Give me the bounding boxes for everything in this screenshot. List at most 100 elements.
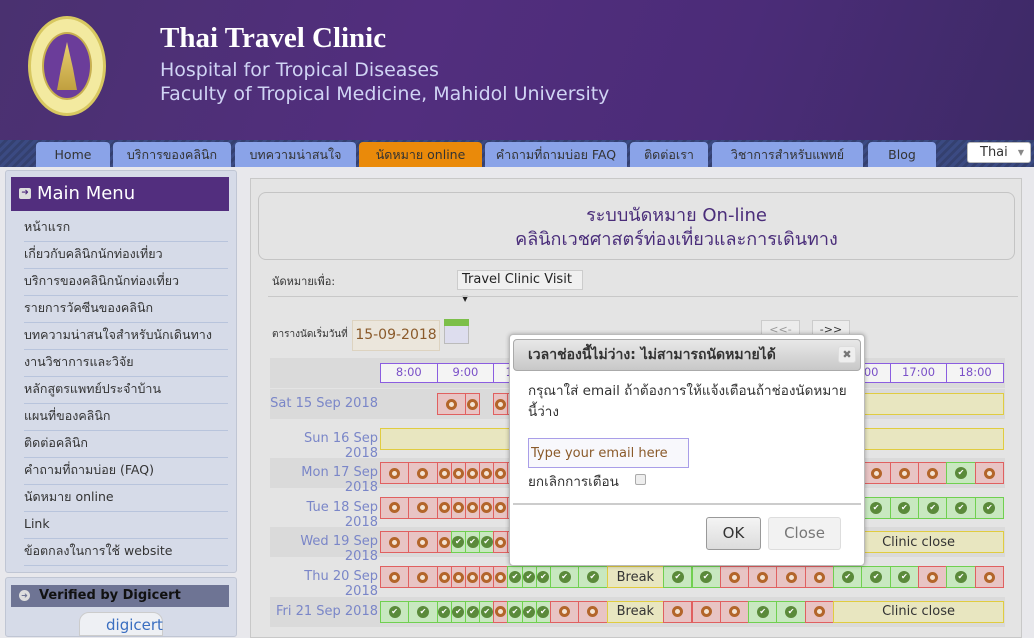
available-slot[interactable]: ✔ — [889, 566, 920, 588]
booked-slot[interactable] — [578, 600, 608, 623]
tab-academic[interactable]: วิชาการสำหรับแพทย์ — [712, 142, 863, 167]
sidebar-item[interactable]: หน้าแรก — [24, 215, 228, 242]
booked-slot[interactable] — [450, 566, 466, 588]
university-seal-logo[interactable] — [28, 16, 106, 116]
booked-slot[interactable] — [861, 462, 891, 485]
booked-slot[interactable] — [493, 566, 509, 588]
cancel-reminder-checkbox[interactable] — [635, 474, 646, 485]
language-select[interactable]: Thai ▼ — [967, 142, 1031, 163]
tab-articles[interactable]: บทความน่าสนใจ — [235, 142, 356, 167]
booked-slot[interactable] — [450, 496, 466, 519]
sidebar-item[interactable]: เกี่ยวกับคลินิกนักท่องเที่ยว — [24, 242, 228, 269]
tab-faq[interactable]: คำถามที่ถามบ่อย FAQ — [485, 142, 627, 167]
booked-slot[interactable] — [408, 531, 438, 554]
available-slot[interactable]: ✔ — [833, 566, 863, 588]
sidebar-item[interactable]: คำถามที่ถามบ่อย (FAQ) — [24, 458, 228, 485]
day-label[interactable]: Tue 18 Sep 2018 — [270, 500, 380, 530]
booked-slot[interactable] — [479, 462, 495, 485]
booked-slot[interactable] — [493, 600, 509, 623]
booked-slot[interactable] — [748, 566, 778, 588]
booked-slot[interactable] — [464, 393, 481, 415]
booked-slot[interactable] — [889, 462, 920, 485]
available-slot[interactable]: ✔ — [521, 600, 537, 623]
close-button[interactable]: Close — [768, 517, 841, 550]
available-slot[interactable]: ✔ — [663, 566, 693, 588]
ok-button[interactable]: OK — [706, 517, 761, 550]
booked-slot[interactable] — [408, 566, 438, 588]
sidebar-item[interactable]: นัดหมาย online — [24, 485, 228, 512]
day-label[interactable]: Wed 19 Sep 2018 — [270, 534, 380, 564]
booked-slot[interactable] — [436, 393, 466, 415]
available-slot[interactable]: ✔ — [578, 566, 608, 588]
booked-slot[interactable] — [436, 566, 452, 588]
calendar-icon[interactable] — [444, 319, 469, 344]
available-slot[interactable]: ✔ — [507, 566, 523, 588]
booked-slot[interactable] — [918, 566, 948, 588]
tab-services[interactable]: บริการของคลินิก — [113, 142, 231, 167]
available-slot[interactable]: ✔ — [507, 600, 523, 623]
tab-contact[interactable]: ติดต่อเรา — [630, 142, 708, 167]
booked-slot[interactable] — [380, 566, 410, 588]
day-label[interactable]: Mon 17 Sep 2018 — [270, 465, 380, 495]
sidebar-item[interactable]: Link — [24, 512, 228, 539]
day-label[interactable]: Sat 15 Sep 2018 — [270, 396, 380, 411]
email-input[interactable] — [528, 438, 689, 468]
booked-slot[interactable] — [804, 566, 835, 588]
tab-home[interactable]: Home — [36, 142, 110, 167]
available-slot[interactable]: ✔ — [974, 496, 1004, 519]
sidebar-item[interactable]: บริการของคลินิกนักท่องเที่ยว — [24, 269, 228, 296]
available-slot[interactable]: ✔ — [535, 600, 551, 623]
booked-slot[interactable] — [464, 462, 481, 485]
booked-slot[interactable] — [974, 462, 1004, 485]
booked-slot[interactable] — [436, 531, 452, 554]
available-slot[interactable]: ✔ — [889, 496, 920, 519]
booked-slot[interactable] — [493, 531, 509, 554]
booked-slot[interactable] — [719, 600, 750, 623]
booked-slot[interactable] — [479, 496, 495, 519]
purpose-select[interactable]: Travel Clinic Visit ▼ — [457, 270, 583, 303]
booked-slot[interactable] — [493, 393, 509, 415]
booked-slot[interactable] — [493, 462, 509, 485]
booked-slot[interactable] — [663, 600, 693, 623]
available-slot[interactable]: ✔ — [464, 531, 481, 554]
booked-slot[interactable] — [493, 496, 509, 519]
available-slot[interactable]: ✔ — [450, 600, 466, 623]
available-slot[interactable]: ✔ — [521, 566, 537, 588]
available-slot[interactable]: ✔ — [946, 566, 976, 588]
booked-slot[interactable] — [408, 462, 438, 485]
available-slot[interactable]: ✔ — [380, 600, 410, 623]
day-label[interactable]: Thu 20 Sep 2018 — [270, 569, 380, 599]
tab-blog[interactable]: Blog — [868, 142, 936, 167]
sidebar-item[interactable]: ติดต่อคลินิก — [24, 431, 228, 458]
available-slot[interactable]: ✔ — [691, 566, 721, 588]
booked-slot[interactable] — [549, 600, 580, 623]
sidebar-item[interactable]: บทความน่าสนใจสำหรับนักเดินทาง — [24, 323, 228, 350]
booked-slot[interactable] — [974, 566, 1004, 588]
booked-slot[interactable] — [450, 462, 466, 485]
available-slot[interactable]: ✔ — [450, 531, 466, 554]
available-slot[interactable]: ✔ — [549, 566, 580, 588]
available-slot[interactable]: ✔ — [748, 600, 778, 623]
available-slot[interactable]: ✔ — [408, 600, 438, 623]
booked-slot[interactable] — [719, 566, 750, 588]
available-slot[interactable]: ✔ — [436, 600, 452, 623]
available-slot[interactable]: ✔ — [464, 600, 481, 623]
available-slot[interactable]: ✔ — [946, 462, 976, 485]
booked-slot[interactable] — [380, 496, 410, 519]
available-slot[interactable]: ✔ — [861, 496, 891, 519]
booked-slot[interactable] — [408, 496, 438, 519]
booked-slot[interactable] — [380, 531, 410, 554]
dialog-close-icon[interactable]: ✖ — [838, 346, 856, 363]
sidebar-item[interactable]: รายการวัคซีนของคลินิก — [24, 296, 228, 323]
start-date-field[interactable]: 15-09-2018 — [352, 320, 440, 351]
available-slot[interactable]: ✔ — [861, 566, 891, 588]
booked-slot[interactable] — [804, 600, 835, 623]
booked-slot[interactable] — [380, 462, 410, 485]
sidebar-item[interactable]: แผนที่ของคลินิก — [24, 404, 228, 431]
day-label[interactable]: Fri 21 Sep 2018 — [270, 604, 380, 619]
tab-appointment-online[interactable]: นัดหมาย online — [359, 142, 482, 167]
digicert-logo[interactable]: digicert — [79, 612, 163, 636]
available-slot[interactable]: ✔ — [946, 496, 976, 519]
sidebar-item[interactable]: งานวิชาการและวิจัย — [24, 350, 228, 377]
booked-slot[interactable] — [776, 566, 806, 588]
